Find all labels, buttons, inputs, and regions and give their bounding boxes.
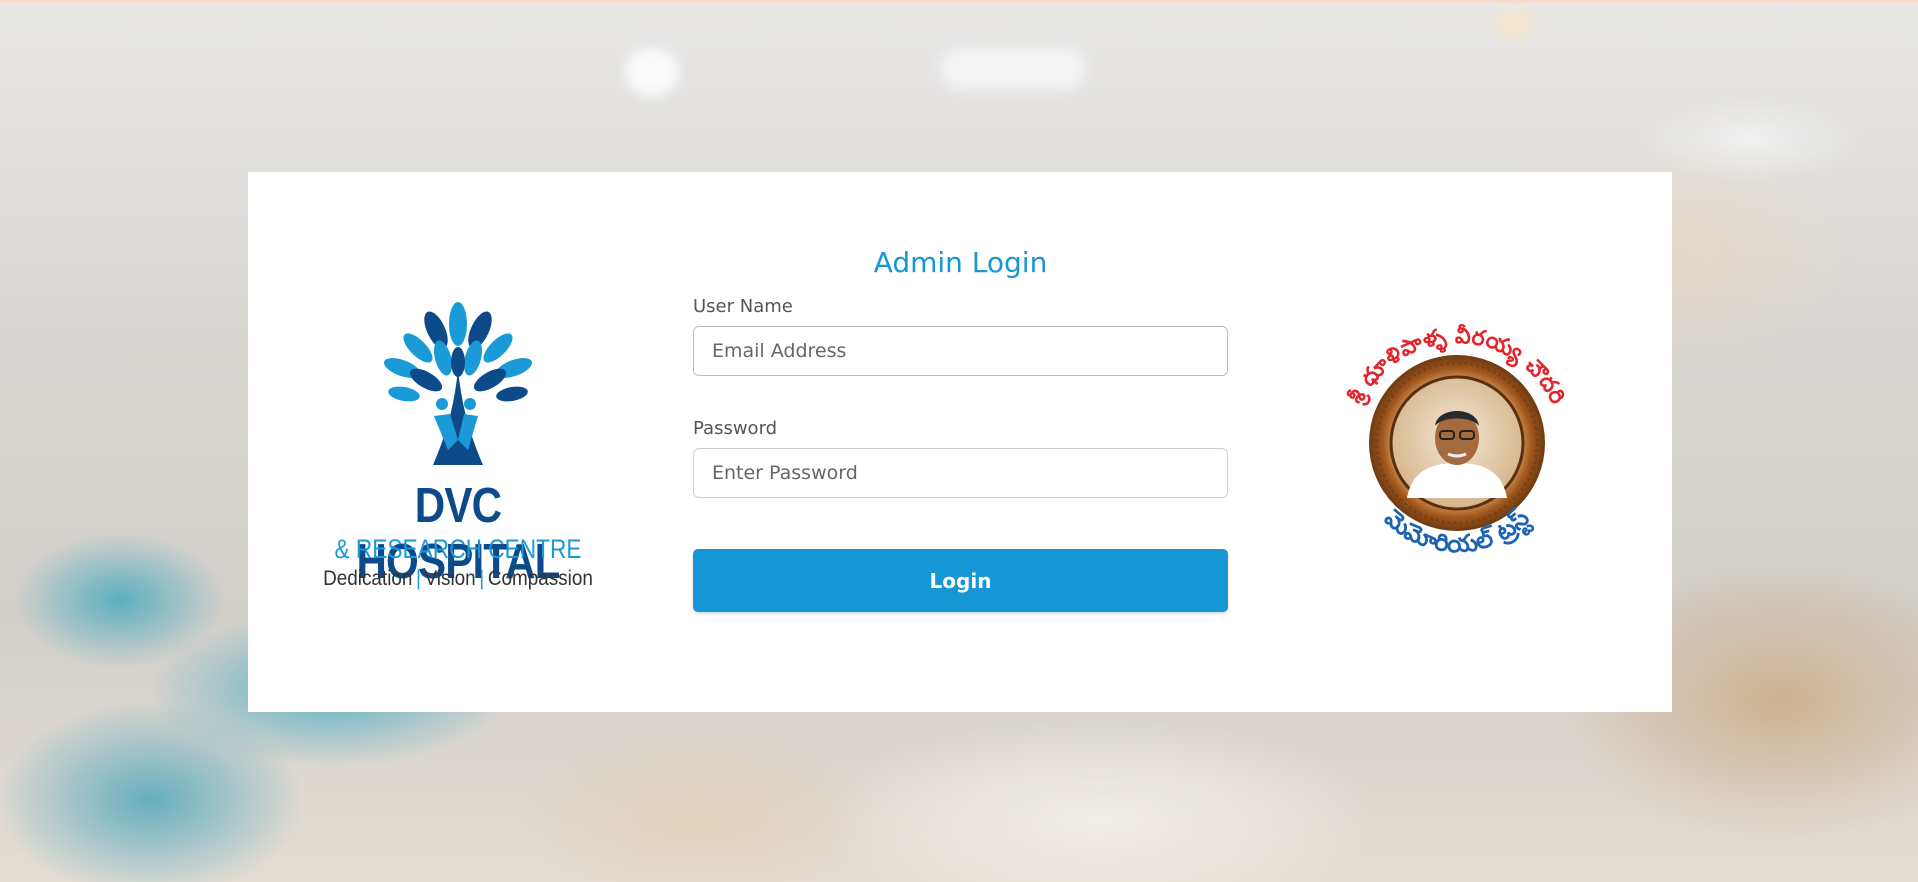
dvc-hospital-logo: DVC HOSPITAL & RESEARCH CENTRE Dedicatio… <box>308 300 608 590</box>
tagline-compassion: Compassion <box>487 567 593 590</box>
hospital-subtitle: & RESEARCH CENTRE <box>334 534 582 564</box>
login-button[interactable]: Login <box>693 549 1228 612</box>
memorial-trust-emblem-icon: శ్రీ ధూళిపాళ్ళ వీరయ్య చౌదరి మెమోరియల్ ట్… <box>1315 301 1599 585</box>
tagline-dedication: Dedication <box>323 567 413 590</box>
tagline-separator: | <box>416 567 421 590</box>
tagline-separator: | <box>479 567 485 590</box>
page-title: Admin Login <box>873 246 1048 279</box>
login-card: DVC HOSPITAL & RESEARCH CENTRE Dedicatio… <box>248 172 1672 712</box>
password-field[interactable] <box>693 448 1228 498</box>
background-light <box>1495 8 1533 38</box>
memorial-trust-logo: శ్రీ ధూళిపాళ్ళ వీరయ్య చౌదరి మెమోరియల్ ట్… <box>1312 298 1602 588</box>
background-light <box>625 48 679 96</box>
hospital-tagline: Dedication | Vision | Compassion <box>323 567 593 591</box>
tree-logo-icon <box>383 302 533 465</box>
tagline-vision: Vision <box>424 567 476 590</box>
top-border <box>0 0 1918 3</box>
password-label: Password <box>693 418 778 439</box>
username-label: User Name <box>693 296 793 317</box>
background-light <box>940 48 1085 90</box>
login-form: Admin Login User Name Password Login <box>693 246 1228 612</box>
email-field[interactable] <box>693 326 1228 376</box>
